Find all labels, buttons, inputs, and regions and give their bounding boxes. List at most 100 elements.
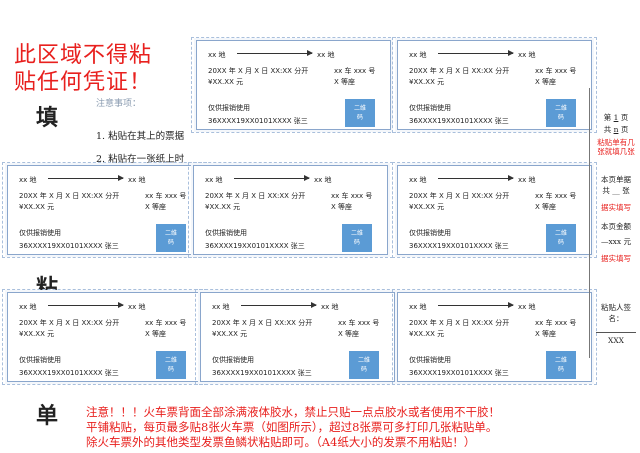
ticket-seat-class: X 等座 [331,203,353,211]
ticket-use-note: 仅供报销使用 [409,229,451,237]
invoice-count-label: 本页单据 [601,175,631,184]
ticket-to: xx 地 [518,51,536,59]
ticket-seat-class: X 等座 [338,330,360,338]
arrow-right-icon [237,50,313,56]
qr-label-2: 码 [360,366,367,373]
ticket-car-seat: xx 车 xxx 号 [145,192,187,200]
qr-label-1: 二维 [350,230,363,237]
paster-value: XXX [607,336,625,345]
paster-label: 粘贴人签名： [601,303,631,323]
ticket-from: xx 地 [208,51,226,59]
vertical-char-4: 单 [35,403,58,429]
train-ticket: xx 地 xx 地 20XX 年 X 月 X 日 XX:XX 分开 ¥XX.XX 元 x… [392,162,597,258]
ticket-use-note: 仅供报销使用 [19,356,61,364]
arrow-right-icon [438,50,514,56]
ticket-use-note: 仅供报销使用 [208,104,250,112]
qr-label-1: 二维 [554,105,567,112]
page-total: 共 n 页 [603,125,629,134]
note-line-1: 1. 粘贴在其上的票据 [96,131,185,142]
ticket-id-name: 36XXXX19XX0101XXXX 张三 [205,242,305,250]
ticket-date-time: 20XX 年 X 月 X 日 XX:XX 分开 [409,67,510,75]
ticket-date-time: 20XX 年 X 月 X 日 XX:XX 分开 [208,67,309,75]
qr-code-icon: 二维码 [546,351,576,379]
ticket-from: xx 地 [212,303,230,311]
qr-label-1: 二维 [164,230,177,237]
ticket-id-name: 36XXXX19XX0101XXXX 张三 [19,242,119,250]
qr-label-2: 码 [353,239,360,246]
ticket-date-time: 20XX 年 X 月 X 日 XX:XX 分开 [409,192,510,200]
invoice-count-value: 共 __ 张 [602,186,630,195]
ticket-id-name: 36XXXX19XX0101XXXX 张三 [409,369,509,377]
ticket-to: xx 地 [321,303,339,311]
qr-label-1: 二维 [353,105,366,112]
bottom-warning: 注意！！！火车票背面全部涂满液体胶水，禁止只贴一点点胶水或者使用不干胶！ 平铺粘… [86,405,586,450]
fill-truth-1: 据实填写 [601,203,631,212]
arrow-right-icon [438,175,514,181]
ticket-price: ¥XX.XX 元 [208,78,244,86]
paste-sheet: 此区域不得粘贴任何凭证！ 填 公 粘 单 注意事项： 1. 粘贴在其上的票据 2… [0,0,640,453]
ticket-car-seat: xx 车 xxx 号 [334,67,376,75]
ticket-price: ¥XX.XX 元 [409,78,445,86]
ticket-use-note: 仅供报销使用 [409,104,451,112]
ticket-to: xx 地 [128,176,146,184]
train-ticket: xx 地 xx 地 20XX 年 X 月 X 日 XX:XX 分开 ¥XX.XX 元 x… [392,289,597,385]
ticket-car-seat: xx 车 xxx 号 [145,319,187,327]
ticket-seat-class: X 等座 [145,203,167,211]
ticket-car-seat: xx 车 xxx 号 [535,67,577,75]
ticket-to: xx 地 [317,51,335,59]
qr-label-2: 码 [557,366,564,373]
ticket-seat-class: X 等座 [334,78,356,86]
amount-value: —xxx 元 [600,237,632,246]
qr-code-icon: 二维码 [342,224,372,252]
qr-code-icon: 二维码 [156,224,186,252]
bottom-warning-line-3: 除火车票外的其他类型发票鱼鳞状粘贴即可。（A4纸大小的发票不用粘贴！） [86,435,476,449]
page-number: 第 1 页 [603,113,629,122]
train-ticket: xx 地 xx 地 20XX 年 X 月 X 日 XX:XX 分开 ¥XX.XX 元 x… [195,289,400,385]
ticket-id-name: 36XXXX19XX0101XXXX 张三 [409,242,509,250]
ticket-date-time: 20XX 年 X 月 X 日 XX:XX 分开 [19,192,120,200]
amount-label: 本页金额 [601,222,631,231]
ticket-car-seat: xx 车 xxx 号 [331,192,373,200]
qr-label-1: 二维 [554,230,567,237]
no-paste-warning: 此区域不得粘贴任何凭证！ [14,43,153,95]
ticket-from: xx 地 [409,303,427,311]
ticket-seat-class: X 等座 [535,330,557,338]
signature-line [596,332,636,333]
ticket-price: ¥XX.XX 元 [212,330,248,338]
paste-note: 粘贴单有几张就填几张 [597,138,635,156]
arrow-right-icon [241,302,317,308]
ticket-car-seat: xx 车 xxx 号 [338,319,380,327]
ticket-price: ¥XX.XX 元 [205,203,241,211]
note-line-2: 2. 粘贴在一张纸上时 [96,154,185,165]
ticket-to: xx 地 [128,303,146,311]
fill-truth-2: 据实填写 [601,254,631,263]
ticket-from: xx 地 [409,176,427,184]
qr-label-2: 码 [167,366,174,373]
ticket-id-name: 36XXXX19XX0101XXXX 张三 [409,117,509,125]
bottom-warning-line-1: 注意！！！火车票背面全部涂满液体胶水，禁止只贴一点点胶水或者使用不干胶！ [86,405,500,419]
ticket-from: xx 地 [19,176,37,184]
train-ticket: xx 地 xx 地 20XX 年 X 月 X 日 XX:XX 分开 ¥XX.XX 元 x… [2,289,207,385]
ticket-use-note: 仅供报销使用 [409,356,451,364]
ticket-date-time: 20XX 年 X 月 X 日 XX:XX 分开 [409,319,510,327]
qr-label-2: 码 [356,114,363,121]
ticket-seat-class: X 等座 [535,203,557,211]
ticket-date-time: 20XX 年 X 月 X 日 XX:XX 分开 [205,192,306,200]
qr-label-1: 二维 [554,357,567,364]
arrow-right-icon [48,302,124,308]
ticket-from: xx 地 [19,303,37,311]
ticket-id-name: 36XXXX19XX0101XXXX 张三 [19,369,119,377]
ticket-use-note: 仅供报销使用 [19,229,61,237]
qr-label-2: 码 [167,239,174,246]
arrow-right-icon [438,302,514,308]
notes-title: 注意事项： [96,99,142,109]
train-ticket: xx 地 xx 地 20XX 年 X 月 X 日 XX:XX 分开 ¥XX.XX 元 x… [188,162,393,258]
ticket-from: xx 地 [205,176,223,184]
ticket-price: ¥XX.XX 元 [19,330,55,338]
qr-code-icon: 二维码 [546,99,576,127]
arrow-right-icon [234,175,310,181]
ticket-price: ¥XX.XX 元 [19,203,55,211]
train-ticket: xx 地 xx 地 20XX 年 X 月 X 日 XX:XX 分开 ¥XX.XX 元 x… [392,37,597,133]
qr-code-icon: 二维码 [349,351,379,379]
ticket-car-seat: xx 车 xxx 号 [535,319,577,327]
